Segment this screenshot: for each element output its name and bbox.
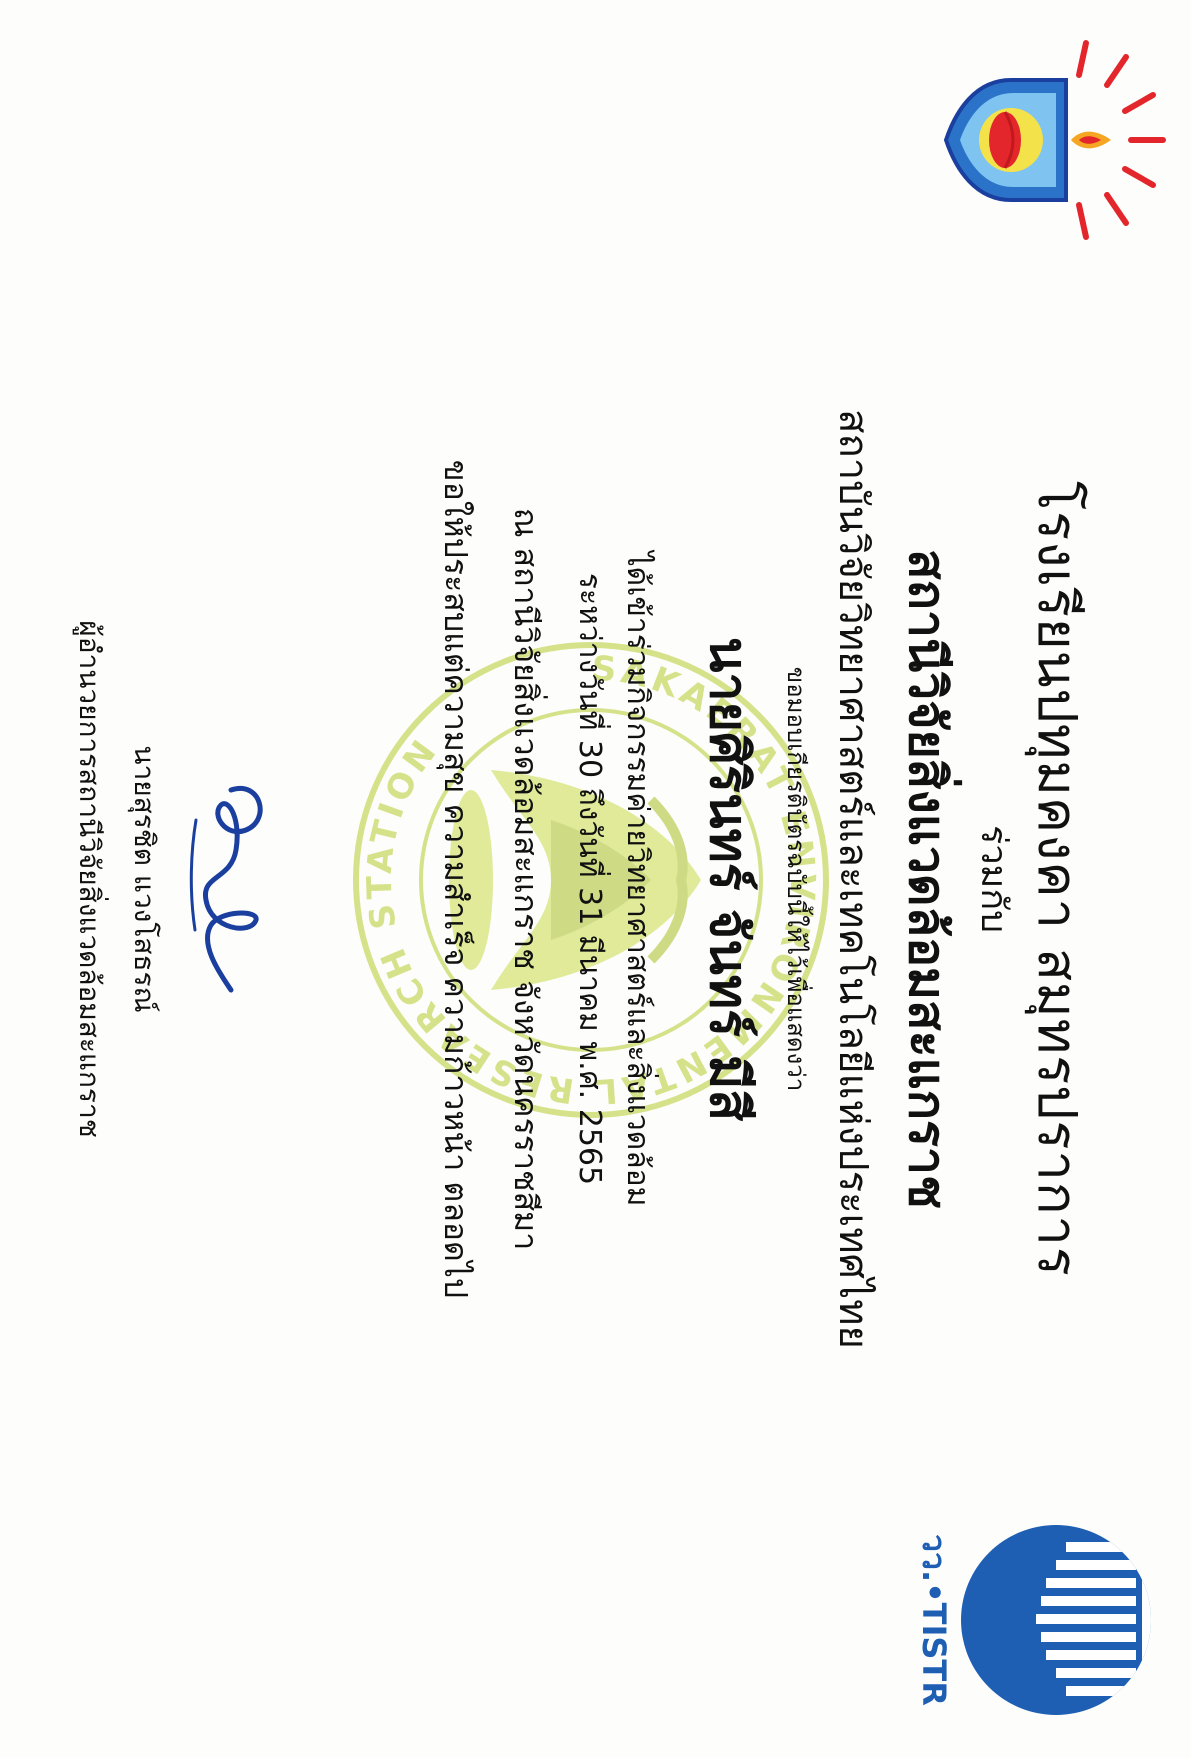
signer-position: ผู้อำนวยการสถานีวิจัยสิ่งแวดล้อมสะแกราช (73, 620, 106, 1138)
signer-name: นายสุรชิต แวงโสธรณ์ (128, 745, 161, 1013)
activity-description: ได้เข้าร่วมกิจกรรมค่ายวิทยาศาสตร์และสิ่ง… (620, 551, 655, 1207)
signature-icon (189, 785, 263, 993)
recipient-name: นายศิรินทร์ จันทร์ มีสี (698, 636, 758, 1122)
activity-dates: ระหว่างวันที่ 30 ถึงวันที่ 31 มีนาคม พ.ศ… (572, 572, 607, 1186)
certificate-page: SAKAERAT ENVIRONMENTAL RESEARCH STATION (0, 0, 1191, 1758)
institute-name: สถาบันวิจัยวิทยาศาสตร์และเทคโนโลยีแห่งปร… (830, 409, 876, 1349)
certificate-canvas: SAKAERAT ENVIRONMENTAL RESEARCH STATION (0, 0, 1191, 1758)
activity-location: ณ สถานีวิจัยสิ่งแวดล้อมสะแกราช จังหวัดนค… (507, 507, 545, 1251)
school-name: โรงเรียนปทุมคงคา สมุทรปราการ (1026, 481, 1089, 1277)
certify-statement: ขอมอบเกียรติบัตรฉบับนี้ให้ไว้เพื่อแสดงว่… (782, 666, 810, 1092)
joint-with-label: ร่วมกับ (973, 825, 1014, 933)
wish-statement: ขอให้ประสบแต่ความสุข ความสำเร็จ ความก้าว… (437, 459, 475, 1299)
station-name: สถานีวิจัยสิ่งแวดล้อมสะแกราช (898, 549, 956, 1209)
